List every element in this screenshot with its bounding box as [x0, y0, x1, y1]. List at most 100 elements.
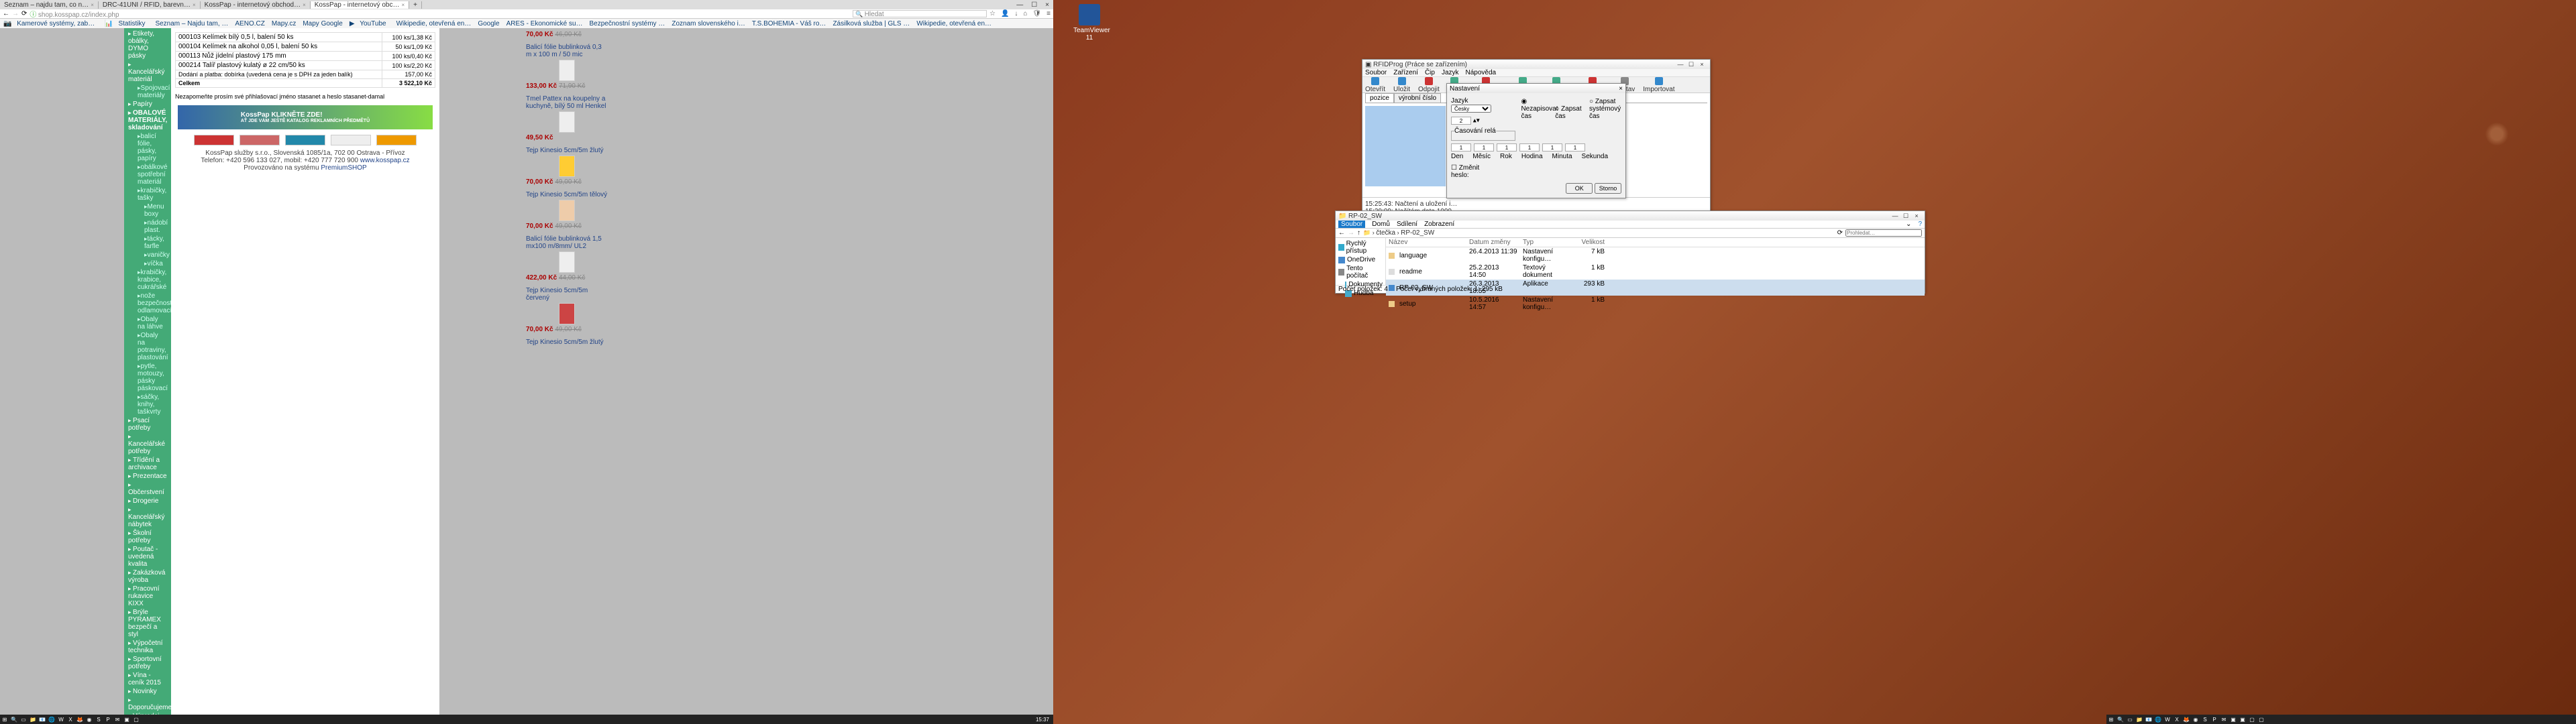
download-icon[interactable]: ↓ — [1014, 10, 1018, 17]
reload-icon[interactable]: ⟳ — [21, 10, 27, 17]
file-row[interactable]: setup10.5.2016 14:57Nastavení konfigu…1 … — [1386, 296, 1925, 312]
close-tab-icon[interactable]: × — [303, 2, 306, 8]
tab-position[interactable]: pozice — [1365, 93, 1394, 103]
close-icon[interactable]: × — [1619, 85, 1623, 93]
back-icon[interactable]: ← — [3, 10, 9, 17]
breadcrumb[interactable]: 📁 › čtečka › RP-02_SW — [1363, 229, 1434, 237]
dialog-titlebar[interactable]: Nastavení × — [1447, 84, 1625, 93]
bookmark[interactable]: Wikipedie, otevřená en… — [393, 20, 475, 27]
sidebar-item[interactable]: ▸ Poutač - uvedená kvalita — [124, 545, 171, 568]
col-name[interactable]: Název — [1386, 238, 1466, 247]
product-card[interactable]: Balicí fólie bublinková 0,3 m x 100 m / … — [523, 41, 610, 93]
app-icon[interactable]: P — [103, 715, 113, 724]
bookmark[interactable]: T.S.BOHEMIA - Váš ro… — [749, 20, 830, 27]
app-icon[interactable]: ✉ — [2219, 715, 2229, 724]
app-icon[interactable]: ▢ — [2247, 715, 2257, 724]
self-icon[interactable]: 👤 — [1001, 10, 1009, 17]
sidebar-item[interactable]: ▸ Vína - ceník 2015 — [124, 671, 171, 687]
col-date[interactable]: Datum změny — [1466, 238, 1520, 247]
sidebar-item[interactable]: ▸víčka — [124, 259, 171, 268]
sidebar-item[interactable]: ▸ Pracovní rukavice KIXX — [124, 585, 171, 608]
nav-quick-access[interactable]: Rychlý přístup — [1337, 239, 1384, 255]
bookmark[interactable]: Zásilková služba | GLS … — [829, 20, 913, 27]
app-icon[interactable]: S — [94, 715, 103, 724]
col-size[interactable]: Velikost — [1574, 238, 1607, 247]
bookmark[interactable]: AENO.CZ — [231, 20, 268, 27]
sidebar-item[interactable]: ▸ Psací potřeby — [124, 416, 171, 432]
maximize-icon[interactable]: ☐ — [1900, 213, 1911, 220]
ribbon-tab[interactable]: Sdílení — [1397, 221, 1417, 228]
taskview-icon[interactable]: ▭ — [2125, 715, 2135, 724]
product-card[interactable]: Tmel Pattex na koupelny a kuchyně, bílý … — [523, 93, 610, 144]
second-input[interactable] — [1565, 143, 1585, 152]
open-button[interactable]: Otevřít — [1365, 77, 1385, 93]
sidebar-header[interactable]: ▸ OBALOVÉ MATERIÁLY, skladování — [124, 109, 171, 132]
import-button[interactable]: Importovat — [1643, 77, 1674, 93]
sidebar-item[interactable]: ▸Obaly na láhve — [124, 315, 171, 331]
sidebar-item[interactable]: ▸ Drogerie — [124, 497, 171, 505]
new-tab-button[interactable]: + — [409, 1, 422, 9]
app-icon[interactable]: S — [2200, 715, 2210, 724]
app-icon[interactable]: ◉ — [85, 715, 94, 724]
app-icon[interactable]: ◉ — [2191, 715, 2200, 724]
app-icon[interactable]: ▣ — [2229, 715, 2238, 724]
app-icon[interactable]: W — [56, 715, 66, 724]
browser-tab[interactable]: DRC-41UNI / RFID, barevn…× — [99, 1, 201, 9]
sidebar-item[interactable]: ▸krabičky, tašky — [124, 186, 171, 202]
sidebar-item[interactable]: ▸ Třídění a archivace — [124, 456, 171, 472]
sidebar-item[interactable]: ▸pytle, motouzy, pásky páskovací — [124, 362, 171, 393]
nav-onedrive[interactable]: OneDrive — [1337, 255, 1384, 264]
close-tab-icon[interactable]: × — [91, 2, 94, 8]
nav-this-pc[interactable]: Tento počítač — [1337, 264, 1384, 280]
bookmark[interactable]: 📷 Kamerové systémy, zab… — [0, 20, 101, 27]
back-icon[interactable]: ← — [1338, 229, 1345, 237]
sidebar-item[interactable]: ▸ Kancelářský materiál — [124, 60, 171, 84]
bookmark[interactable]: ARES - Ekonomické su… — [503, 20, 586, 27]
menu-item[interactable]: Nápověda — [1466, 69, 1497, 76]
app-icon[interactable]: 🌐 — [2153, 715, 2163, 724]
year-input[interactable] — [1497, 143, 1517, 152]
radio-no-time[interactable]: ◉ Nezapisovat čas — [1521, 97, 1553, 121]
bookmark[interactable]: Bezpečnostní systémy … — [586, 20, 669, 27]
lang-select[interactable]: Česky — [1451, 105, 1491, 113]
product-card[interactable]: Tejp Kinesio 5cm/5m žlutý — [523, 336, 610, 349]
spinner-icon[interactable]: ▴▾ — [1473, 117, 1480, 125]
sidebar-item[interactable]: ▸ Novinky — [124, 687, 171, 696]
window-titlebar[interactable]: 📁 RP-02_SW —☐× — [1336, 211, 1925, 221]
sidebar-item[interactable]: ▸ Sportovní potřeby — [124, 655, 171, 671]
sidebar-item[interactable]: ▸ Občerstvení — [124, 481, 171, 497]
close-icon[interactable]: × — [1697, 61, 1707, 68]
app-icon[interactable]: 🦊 — [75, 715, 85, 724]
sidebar-item[interactable]: ▸ Brýle PYRAMEX bezpečí a styl — [124, 608, 171, 639]
ribbon-tab[interactable]: Domů — [1372, 221, 1390, 228]
window-titlebar[interactable]: ▣ RFIDProg (Práce se zařízením) —☐× — [1362, 60, 1710, 69]
product-card[interactable]: Tejp Kinesio 5cm/5m tělový70,00 Kč 49,00… — [523, 188, 610, 233]
sidebar-item[interactable]: ▸Obaly na potraviny, plastování — [124, 331, 171, 362]
close-tab-icon[interactable]: × — [402, 2, 405, 8]
search-field[interactable]: 🔍 Hledat — [853, 10, 987, 17]
count-input[interactable] — [1451, 117, 1471, 125]
product-card[interactable]: Balicí fólie bublinková 1,5 mx100 m/8mm/… — [523, 233, 610, 284]
app-icon[interactable]: P — [2210, 715, 2219, 724]
sidebar-item[interactable]: ▸ Kancelářské potřeby — [124, 432, 171, 456]
app-icon[interactable]: ▢ — [2257, 715, 2266, 724]
app-icon[interactable]: X — [2172, 715, 2182, 724]
url-field[interactable]: ⓘ shop.kosspap.cz/index.php — [30, 9, 850, 19]
app-icon[interactable]: X — [66, 715, 75, 724]
sidebar-item[interactable]: ▸vaničky — [124, 251, 171, 259]
browser-tab[interactable]: Seznam – najdu tam, co n…× — [0, 1, 99, 9]
app-icon[interactable]: 🦊 — [2182, 715, 2191, 724]
app-icon[interactable]: 📧 — [2144, 715, 2153, 724]
month-input[interactable] — [1474, 143, 1494, 152]
window-close-icon[interactable]: × — [1041, 1, 1053, 9]
search-icon[interactable]: 🔍 — [9, 715, 19, 724]
start-button[interactable]: ⊞ — [0, 715, 9, 724]
menu-item[interactable]: Zařízení — [1393, 69, 1418, 76]
maximize-icon[interactable]: ☐ — [1686, 61, 1697, 68]
window-minimize-icon[interactable]: — — [1012, 1, 1027, 9]
footer-link[interactable]: www.kosspap.cz — [360, 157, 410, 164]
promo-banner[interactable]: KossPap KLIKNĚTE ZDE! AŤ JDE VÁM JEŠTĚ K… — [178, 105, 433, 129]
sidebar-item[interactable]: ▸krabičky, krabice, cukrářské — [124, 268, 171, 292]
bookmark[interactable]: Mapy Google — [299, 20, 345, 27]
explorer-icon[interactable]: 📁 — [28, 715, 38, 724]
